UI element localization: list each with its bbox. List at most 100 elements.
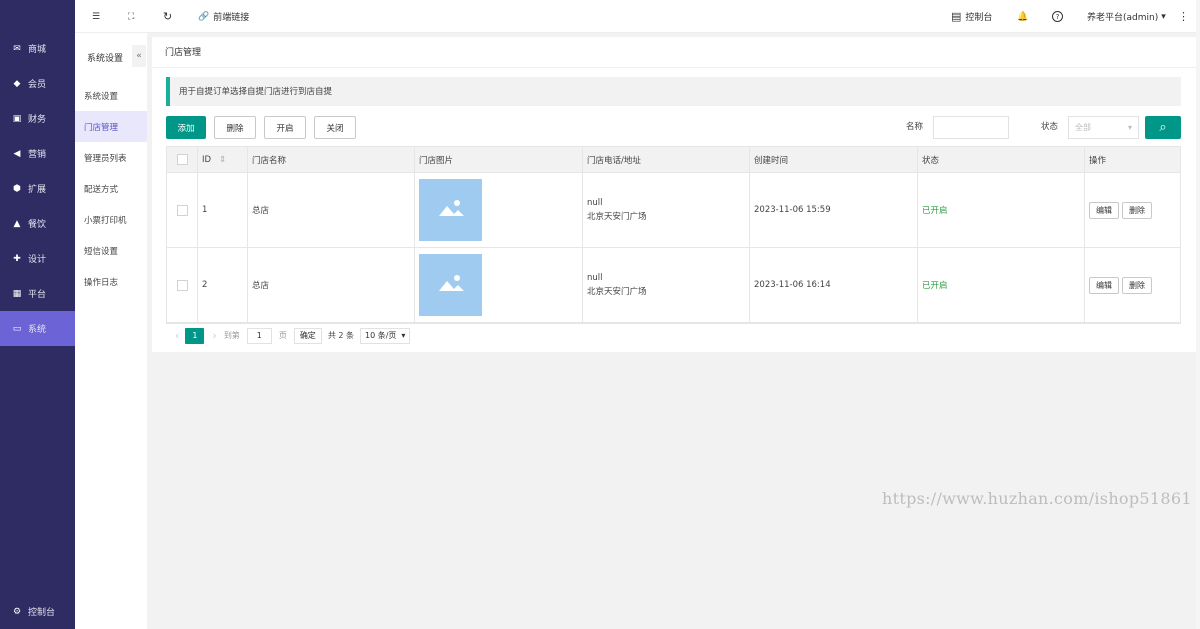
sidebar-item-label: 平台 <box>28 290 47 300</box>
sidebar-item-finance[interactable]: ▣ 财务 <box>0 101 75 136</box>
grid-icon: ▦ <box>12 288 22 299</box>
diamond-icon: ◆ <box>13 78 21 89</box>
goto-label: 到第 <box>223 331 240 340</box>
console-link-label: 控制台 <box>965 13 993 23</box>
caret-down-icon: ▾ <box>1161 11 1166 22</box>
enable-button[interactable]: 开启 <box>264 116 306 139</box>
sidebar-item-label: 财务 <box>28 115 47 125</box>
cell-contact: null 北京天安门广场 <box>583 173 750 247</box>
bell-icon[interactable]: 🔔 <box>1017 0 1028 33</box>
refresh-icon[interactable]: ↻ <box>163 0 172 33</box>
subnav-item-operation-log[interactable]: 操作日志 <box>75 266 147 297</box>
table-row: 1 总店 null 北京天安门广场 2023-11-06 15:59 已开启 编… <box>167 173 1180 248</box>
sidebar-item-platform[interactable]: ▦ 平台 <box>0 276 75 311</box>
gear-icon: ⚙ <box>12 606 22 617</box>
edit-button[interactable]: 编辑 <box>1089 276 1119 294</box>
subnav-title: 系统设置 <box>87 54 124 64</box>
select-all-checkbox[interactable] <box>177 154 188 165</box>
edit-button[interactable]: 编辑 <box>1089 201 1119 219</box>
image-placeholder-icon[interactable] <box>419 254 482 316</box>
help-icon[interactable]: ? <box>1052 0 1063 33</box>
cell-image <box>415 248 583 322</box>
status-badge[interactable]: 已开启 <box>918 173 1085 247</box>
subnav-item-receipt-printer[interactable]: 小票打印机 <box>75 204 147 235</box>
subnav-item-admin-list[interactable]: 管理员列表 <box>75 142 147 173</box>
sidebar-console-link[interactable]: ⚙ 控制台 <box>0 594 75 629</box>
cloche-icon: ▲ <box>13 218 21 229</box>
chevron-down-icon: ▾ <box>1127 123 1132 132</box>
menu-toggle-icon[interactable]: ☰ <box>92 0 100 33</box>
sidebar-item-catering[interactable]: ▲ 餐饮 <box>0 206 75 241</box>
delete-button[interactable]: 删除 <box>214 116 256 139</box>
table-header-row: ID ⇕ 门店名称 门店图片 门店电话/地址 创建时间 状态 操作 <box>167 147 1180 173</box>
watermark-text: https://www.huzhan.com/ishop51861 <box>882 489 1192 508</box>
next-page-button[interactable]: › <box>212 329 216 342</box>
sort-icon[interactable]: ⇕ <box>219 155 226 165</box>
wallet-icon: ▣ <box>12 113 22 124</box>
prev-page-button[interactable]: ‹ <box>175 329 179 342</box>
console-link[interactable]: ▤ 控制台 <box>951 0 992 33</box>
sidebar-item-label: 营销 <box>28 150 47 160</box>
sidebar-item-design[interactable]: ✚ 设计 <box>0 241 75 276</box>
cell-id: 2 <box>198 248 248 322</box>
sidebar-item-system[interactable]: ▭ 系统 <box>0 311 75 346</box>
cell-image <box>415 173 583 247</box>
sidebar-item-label: 商城 <box>28 45 47 55</box>
sidebar-item-mall[interactable]: ✉ 商城 <box>0 31 75 66</box>
add-button[interactable]: 添加 <box>166 116 206 139</box>
dashboard-icon: ▤ <box>951 10 962 23</box>
subnav-item-system-settings[interactable]: 系统设置 <box>75 80 147 111</box>
page-title: 门店管理 <box>152 37 1196 68</box>
cube-icon: ⬢ <box>13 183 21 194</box>
disable-button[interactable]: 关闭 <box>314 116 356 139</box>
row-delete-button[interactable]: 删除 <box>1122 201 1152 219</box>
column-label: ID <box>202 154 212 165</box>
row-delete-button[interactable]: 删除 <box>1122 276 1152 294</box>
name-filter-input[interactable] <box>933 116 1009 139</box>
subnav-item-sms-settings[interactable]: 短信设置 <box>75 235 147 266</box>
search-button[interactable]: ⌕ <box>1145 116 1181 139</box>
right-scroll-edge <box>1196 0 1200 629</box>
fullscreen-icon[interactable]: ⛶ <box>128 0 134 33</box>
status-badge[interactable]: 已开启 <box>918 248 1085 322</box>
frontend-link[interactable]: 🔗 前端链接 <box>198 0 249 33</box>
collapse-subnav-button[interactable]: « <box>132 45 146 67</box>
row-select-cell <box>167 248 198 322</box>
column-header-id[interactable]: ID ⇕ <box>198 147 248 172</box>
pagination: ‹ 1 › 到第 1 页 确定 共 2 条 10 条/页 ▾ <box>166 323 1181 348</box>
row-select-cell <box>167 173 198 247</box>
sidebar-item-label: 会员 <box>28 80 47 90</box>
current-page-button[interactable]: 1 <box>185 327 205 344</box>
sidebar-item-member[interactable]: ◆ 会员 <box>0 66 75 101</box>
goto-confirm-button[interactable]: 确定 <box>293 327 322 344</box>
page-unit-label: 页 <box>278 331 287 340</box>
more-icon[interactable]: ⋮ <box>1178 0 1189 33</box>
chevron-down-icon: ▾ <box>401 331 406 340</box>
per-page-value: 10 条/页 <box>365 331 397 340</box>
status-filter-select[interactable]: 全部 ▾ <box>1068 116 1139 139</box>
megaphone-icon: ◀ <box>13 148 21 159</box>
row-checkbox[interactable] <box>177 279 188 291</box>
store-address: 北京天安门广场 <box>587 287 647 297</box>
monitor-icon: ▭ <box>12 323 22 334</box>
sidebar-item-extension[interactable]: ⬢ 扩展 <box>0 171 75 206</box>
subnav-item-store-management[interactable]: 门店管理 <box>75 111 147 142</box>
sidebar-item-label: 扩展 <box>28 185 47 195</box>
help-glyph: ? <box>1052 11 1063 22</box>
user-menu[interactable]: 养老平台(admin) ▾ <box>1087 0 1166 33</box>
cell-id: 1 <box>198 173 248 247</box>
sidebar-item-marketing[interactable]: ◀ 营销 <box>0 136 75 171</box>
cell-contact: null 北京天安门广场 <box>583 248 750 322</box>
sidebar-console-label: 控制台 <box>28 608 56 618</box>
column-header-status: 状态 <box>918 147 1085 172</box>
per-page-select[interactable]: 10 条/页 ▾ <box>360 327 410 344</box>
cell-store-name: 总店 <box>248 173 415 247</box>
sidebar-item-label: 餐饮 <box>28 220 47 230</box>
goto-page-input[interactable]: 1 <box>246 327 272 344</box>
column-header-created: 创建时间 <box>750 147 918 172</box>
image-placeholder-icon[interactable] <box>419 179 482 241</box>
cell-store-name: 总店 <box>248 248 415 322</box>
cell-created-time: 2023-11-06 16:14 <box>750 248 918 322</box>
row-checkbox[interactable] <box>177 204 188 216</box>
subnav-item-delivery[interactable]: 配送方式 <box>75 173 147 204</box>
